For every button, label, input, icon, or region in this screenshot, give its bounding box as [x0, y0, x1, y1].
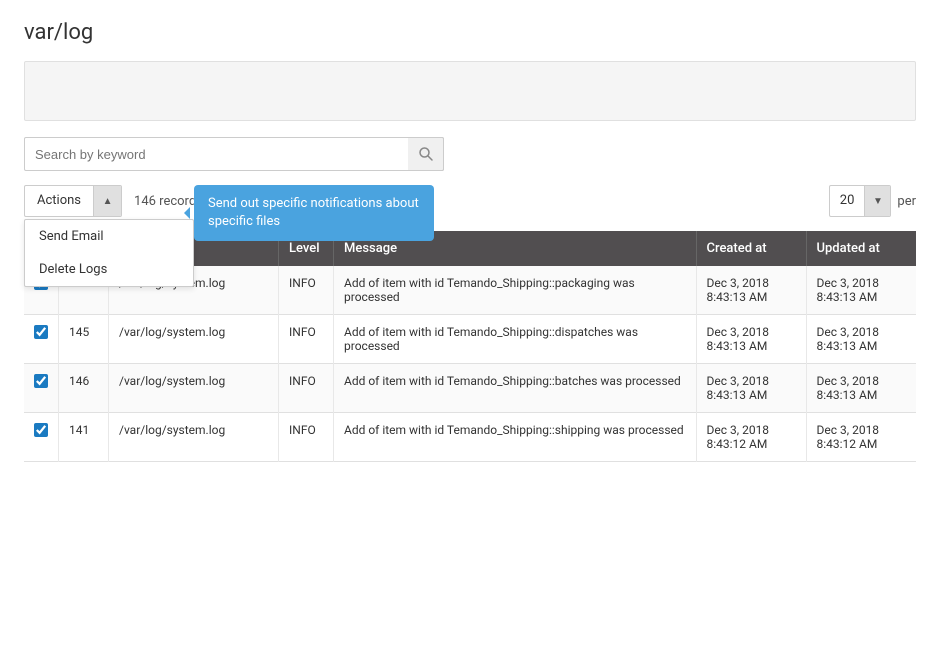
- table-row: 145 /var/log/system.log INFO Add of item…: [24, 315, 916, 364]
- table-row: 141 /var/log/system.log INFO Add of item…: [24, 413, 916, 462]
- search-button[interactable]: [408, 137, 444, 171]
- toolbar-right: 20 ▼ per: [829, 185, 916, 217]
- row-created-at: Dec 3, 2018 8:43:13 AM: [696, 266, 806, 315]
- row-file: /var/log/system.log: [109, 315, 279, 364]
- row-id: 145: [59, 315, 109, 364]
- row-message: Add of item with id Temando_Shipping::ba…: [334, 364, 697, 413]
- menu-item-delete-logs[interactable]: Delete Logs: [25, 253, 193, 286]
- row-message: Add of item with id Temando_Shipping::di…: [334, 315, 697, 364]
- search-input[interactable]: [24, 137, 444, 171]
- actions-arrow-icon: ▲: [93, 185, 121, 217]
- menu-item-send-email[interactable]: Send Email: [25, 220, 193, 253]
- tooltip-bubble: Send out specific notifications about sp…: [194, 185, 434, 241]
- actions-menu: Send Email Delete Logs: [24, 219, 194, 287]
- search-icon: [418, 146, 434, 162]
- row-updated-at: Dec 3, 2018 8:43:13 AM: [806, 315, 916, 364]
- row-checkbox-cell: [24, 315, 59, 364]
- actions-label: Actions: [25, 185, 93, 217]
- per-label: per: [897, 194, 916, 209]
- row-checkbox[interactable]: [34, 325, 48, 339]
- actions-button[interactable]: Actions ▲: [24, 185, 122, 217]
- row-id: 141: [59, 413, 109, 462]
- per-page-arrow-icon: ▼: [864, 185, 890, 217]
- row-created-at: Dec 3, 2018 8:43:12 AM: [696, 413, 806, 462]
- row-checkbox[interactable]: [34, 374, 48, 388]
- tooltip-text: Send out specific notifications about sp…: [208, 196, 419, 229]
- per-page-select[interactable]: 20 ▼: [829, 185, 892, 217]
- search-wrapper: [24, 137, 444, 171]
- table-row: 146 /var/log/system.log INFO Add of item…: [24, 364, 916, 413]
- row-level: INFO: [279, 364, 334, 413]
- row-checkbox-cell: [24, 364, 59, 413]
- per-page-value: 20: [830, 185, 865, 217]
- row-file: /var/log/system.log: [109, 364, 279, 413]
- col-header-created-at: Created at: [696, 231, 806, 266]
- row-level: INFO: [279, 266, 334, 315]
- row-file: /var/log/system.log: [109, 413, 279, 462]
- row-created-at: Dec 3, 2018 8:43:13 AM: [696, 364, 806, 413]
- row-id: 146: [59, 364, 109, 413]
- table-body: 144 /var/log/system.log INFO Add of item…: [24, 266, 916, 462]
- page-title: var/log: [24, 20, 916, 45]
- row-updated-at: Dec 3, 2018 8:43:13 AM: [806, 364, 916, 413]
- row-level: INFO: [279, 315, 334, 364]
- row-created-at: Dec 3, 2018 8:43:13 AM: [696, 315, 806, 364]
- top-bar: [24, 61, 916, 121]
- row-checkbox-cell: [24, 413, 59, 462]
- actions-dropdown: Actions ▲ Send Email Delete Logs Send ou…: [24, 185, 122, 217]
- row-message: Add of item with id Temando_Shipping::sh…: [334, 413, 697, 462]
- row-level: INFO: [279, 413, 334, 462]
- col-header-updated-at: Updated at: [806, 231, 916, 266]
- row-updated-at: Dec 3, 2018 8:43:12 AM: [806, 413, 916, 462]
- row-checkbox[interactable]: [34, 423, 48, 437]
- row-message: Add of item with id Temando_Shipping::pa…: [334, 266, 697, 315]
- row-updated-at: Dec 3, 2018 8:43:13 AM: [806, 266, 916, 315]
